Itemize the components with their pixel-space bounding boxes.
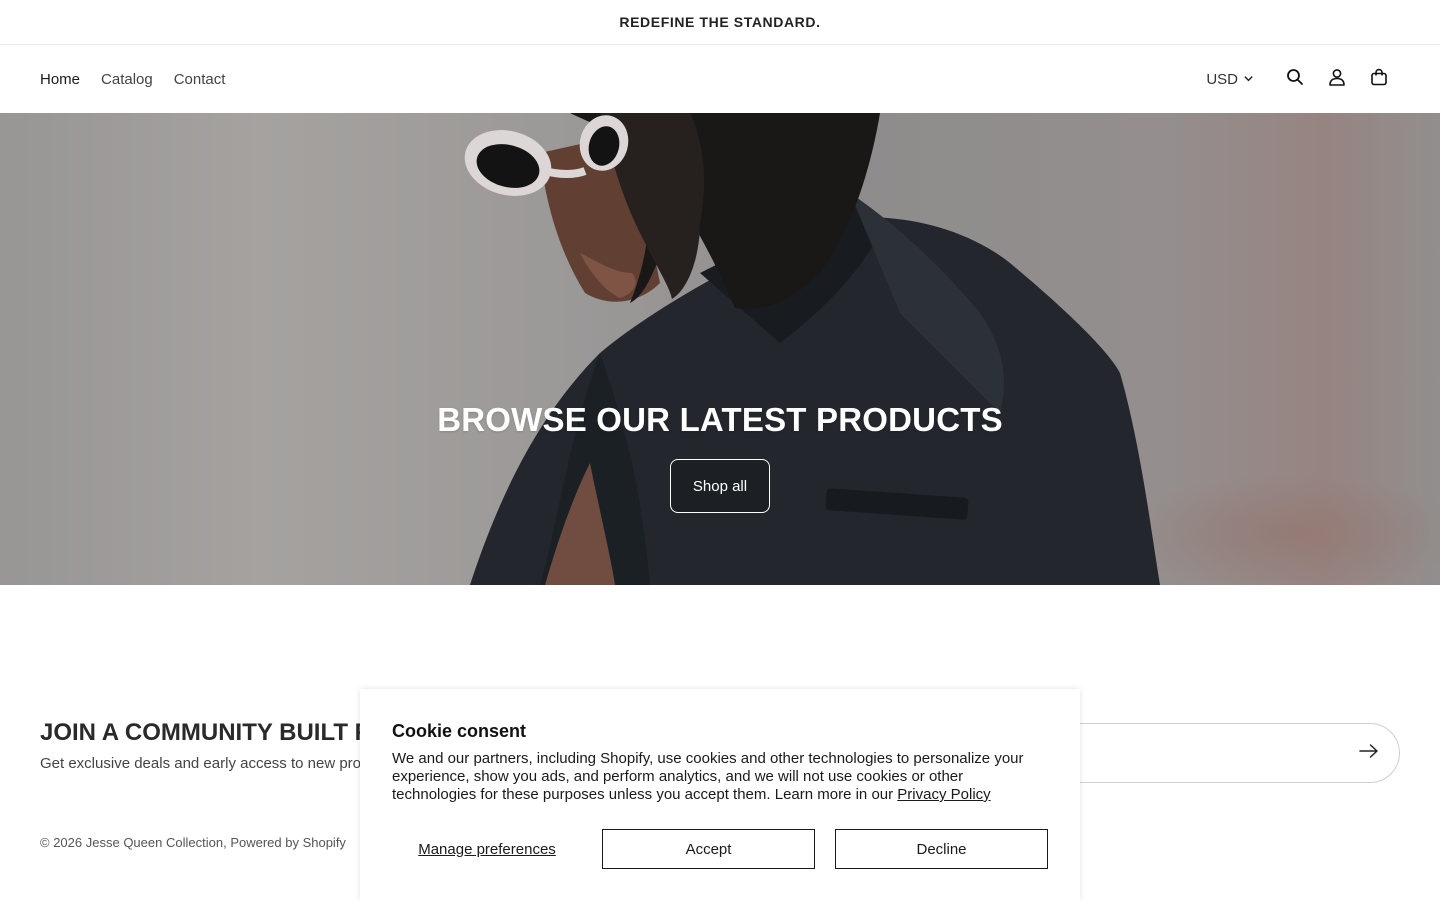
newsletter-submit-button[interactable]	[1357, 741, 1381, 765]
chevron-down-icon	[1243, 71, 1254, 88]
currency-selector[interactable]: USD	[1206, 71, 1254, 88]
header-actions: USD	[1206, 58, 1400, 100]
cart-icon	[1370, 68, 1388, 91]
cart-button[interactable]	[1358, 58, 1400, 100]
accept-button[interactable]: Accept	[602, 829, 815, 869]
hero-overlay	[0, 113, 1440, 585]
main-nav: Home Catalog Contact	[40, 71, 225, 88]
shop-all-button[interactable]: Shop all	[670, 459, 770, 513]
cookie-actions: Manage preferences Accept Decline	[392, 829, 1048, 869]
arrow-right-icon	[1359, 743, 1379, 764]
newsletter-subtitle: Get exclusive deals and early access to …	[40, 755, 402, 772]
cookie-title: Cookie consent	[392, 721, 527, 741]
announcement-bar: REDEFINE THE STANDARD.	[0, 0, 1440, 45]
privacy-policy-link[interactable]: Privacy Policy	[897, 786, 990, 803]
account-button[interactable]	[1316, 58, 1358, 100]
site-header: Home Catalog Contact USD	[0, 45, 1440, 113]
search-button[interactable]	[1274, 58, 1316, 100]
nav-item-catalog[interactable]: Catalog	[101, 71, 153, 88]
hero-banner: BROWSE OUR LATEST PRODUCTS Shop all	[0, 113, 1440, 585]
currency-label: USD	[1206, 70, 1238, 88]
hero-title: BROWSE OUR LATEST PRODUCTS	[437, 401, 1003, 438]
cookie-body: We and our partners, including Shopify, …	[392, 750, 1048, 804]
store-name-link[interactable]: Jesse Queen Collection	[86, 835, 223, 850]
nav-item-home[interactable]: Home	[40, 71, 80, 88]
hero-content: BROWSE OUR LATEST PRODUCTS Shop all	[0, 401, 1440, 513]
account-icon	[1328, 68, 1346, 91]
search-icon	[1286, 68, 1304, 91]
nav-item-contact[interactable]: Contact	[174, 71, 226, 88]
cookie-consent-dialog: Cookie consent We and our partners, incl…	[360, 689, 1080, 900]
decline-button[interactable]: Decline	[835, 829, 1048, 869]
footer-separator: ,	[223, 835, 227, 850]
powered-by-link[interactable]: Powered by Shopify	[230, 835, 346, 850]
announcement-text: REDEFINE THE STANDARD.	[619, 14, 821, 30]
copyright-year: © 2026	[40, 835, 83, 850]
footer-copyright: © 2026 Jesse Queen Collection, Powered b…	[40, 835, 346, 850]
manage-preferences-link[interactable]: Manage preferences	[392, 841, 582, 858]
